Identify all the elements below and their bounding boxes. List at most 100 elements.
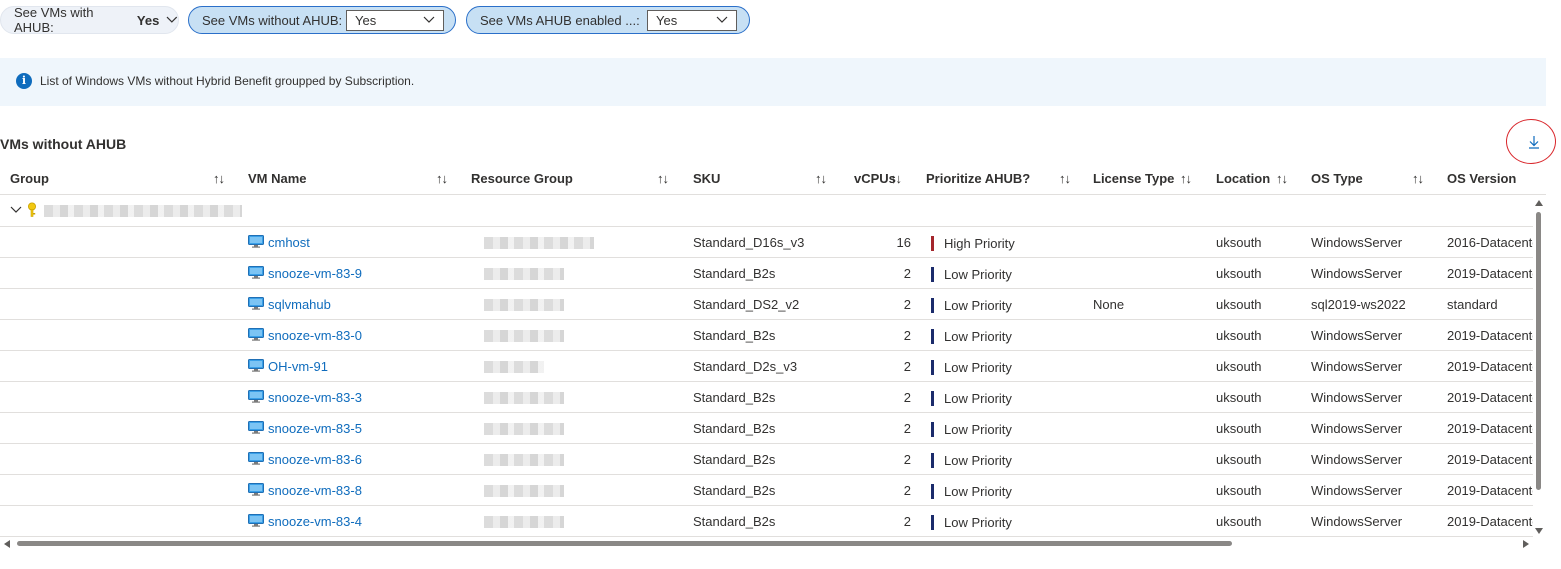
- redacted-resource-group: [484, 330, 564, 342]
- filter-ahub-enabled-select[interactable]: Yes: [647, 10, 737, 31]
- os-version-cell: 2019-Datacenter: [1447, 328, 1533, 343]
- vm-name-link[interactable]: snooze-vm-83-9: [268, 266, 362, 281]
- sort-icon[interactable]: ↑↓: [1180, 164, 1192, 194]
- scroll-down-arrow-icon[interactable]: [1535, 528, 1543, 534]
- os-version-cell: 2019-Datacenter: [1447, 390, 1533, 405]
- chevron-down-icon: [716, 16, 728, 23]
- os-type-cell: WindowsServer: [1311, 359, 1403, 374]
- horizontal-scrollbar[interactable]: [0, 538, 1533, 550]
- table-row[interactable]: snooze-vm-83-5 Standard_B2s 2 Low Priority u…: [0, 413, 1533, 444]
- col-header-os-version[interactable]: OS Version: [1447, 164, 1516, 194]
- location-cell: uksouth: [1216, 359, 1262, 374]
- priority-cell: Low Priority: [944, 360, 1012, 375]
- table-row[interactable]: snooze-vm-83-8 Standard_B2s 2 Low Priority u…: [0, 475, 1533, 506]
- col-header-resource-group[interactable]: Resource Group: [471, 164, 573, 194]
- priority-cell: Low Priority: [944, 484, 1012, 499]
- filter-ahub-label: See VMs with AHUB:: [14, 5, 94, 35]
- table-row[interactable]: OH-vm-91 Standard_D2s_v3 2 Low Priority ukso…: [0, 351, 1533, 382]
- filter-without-ahub-value: Yes: [355, 13, 377, 28]
- virtual-machine-icon: [248, 266, 264, 279]
- sku-cell: Standard_D16s_v3: [693, 235, 805, 250]
- vertical-scroll-thumb[interactable]: [1536, 212, 1541, 490]
- table-row[interactable]: cmhost Standard_D16s_v3 16 High Priority uks…: [0, 227, 1533, 258]
- table-row[interactable]: snooze-vm-83-4 Standard_B2s 2 Low Priority u…: [0, 506, 1533, 537]
- sort-icon[interactable]: ↑↓: [213, 164, 225, 194]
- vm-name-link[interactable]: OH-vm-91: [268, 359, 328, 374]
- chevron-down-icon: [166, 16, 178, 23]
- os-type-cell: WindowsServer: [1311, 235, 1403, 250]
- location-cell: uksouth: [1216, 297, 1262, 312]
- os-version-cell: 2019-Datacenter: [1447, 359, 1533, 374]
- col-header-vm-name[interactable]: VM Name: [248, 164, 307, 194]
- col-header-group[interactable]: Group: [10, 164, 49, 194]
- virtual-machine-icon: [248, 421, 264, 434]
- download-icon[interactable]: [1526, 134, 1542, 150]
- priority-cell: Low Priority: [944, 391, 1012, 406]
- vcpus-cell: 2: [903, 483, 911, 498]
- priority-indicator: [931, 267, 934, 282]
- redacted-resource-group: [484, 485, 564, 497]
- col-header-location[interactable]: Location: [1216, 164, 1270, 194]
- sku-cell: Standard_B2s: [693, 514, 776, 529]
- table-row[interactable]: sqlvmahub Standard_DS2_v2 2 Low Priority Non…: [0, 289, 1533, 320]
- vcpus-cell: 2: [903, 452, 911, 467]
- sku-cell: Standard_D2s_v3: [693, 359, 798, 374]
- scroll-up-arrow-icon[interactable]: [1535, 200, 1543, 206]
- os-version-cell: 2019-Datacenter: [1447, 421, 1533, 436]
- location-cell: uksouth: [1216, 235, 1262, 250]
- vertical-scrollbar[interactable]: [1533, 198, 1546, 536]
- virtual-machine-icon: [248, 483, 264, 496]
- priority-cell: Low Priority: [944, 267, 1012, 282]
- filter-ahub-pill[interactable]: See VMs with AHUB: Yes: [0, 5, 179, 35]
- vm-name-link[interactable]: snooze-vm-83-5: [268, 421, 362, 436]
- sku-cell: Standard_B2s: [693, 328, 776, 343]
- filter-without-ahub-label: See VMs without AHUB:: [202, 12, 343, 28]
- chevron-down-icon[interactable]: [10, 205, 22, 215]
- virtual-machine-icon: [248, 297, 264, 310]
- col-header-sku[interactable]: SKU: [693, 164, 720, 194]
- sort-icon[interactable]: ↑↓: [1412, 164, 1424, 194]
- os-version-cell: 2019-Datacenter: [1447, 483, 1533, 498]
- sort-icon[interactable]: ↑↓: [890, 164, 902, 194]
- sku-cell: Standard_B2s: [693, 452, 776, 467]
- table-row[interactable]: snooze-vm-83-3 Standard_B2s 2 Low Priority u…: [0, 382, 1533, 413]
- sort-icon[interactable]: ↑↓: [815, 164, 827, 194]
- table-row[interactable]: snooze-vm-83-9 Standard_B2s 2 Low Priority u…: [0, 258, 1533, 289]
- info-banner: i List of Windows VMs without Hybrid Ben…: [0, 58, 1546, 106]
- scroll-left-arrow-icon[interactable]: [4, 540, 10, 548]
- priority-cell: Low Priority: [944, 329, 1012, 344]
- priority-indicator: [931, 515, 934, 530]
- sort-icon[interactable]: ↑↓: [657, 164, 669, 194]
- sku-cell: Standard_B2s: [693, 266, 776, 281]
- col-header-prioritize-ahub[interactable]: Prioritize AHUB?: [926, 164, 1030, 194]
- license-type-cell: None: [1093, 297, 1125, 312]
- col-header-license-type[interactable]: License Type: [1093, 164, 1174, 194]
- virtual-machine-icon: [248, 328, 264, 341]
- vm-name-link[interactable]: cmhost: [268, 235, 310, 250]
- vm-name-link[interactable]: sqlvmahub: [268, 297, 331, 312]
- sort-icon[interactable]: ↑↓: [1276, 164, 1288, 194]
- vm-name-link[interactable]: snooze-vm-83-4: [268, 514, 362, 529]
- sort-icon[interactable]: ↑↓: [436, 164, 448, 194]
- vcpus-cell: 2: [903, 514, 911, 529]
- table-row[interactable]: snooze-vm-83-6 Standard_B2s 2 Low Priority u…: [0, 444, 1533, 475]
- vm-name-link[interactable]: snooze-vm-83-6: [268, 452, 362, 467]
- os-type-cell: WindowsServer: [1311, 328, 1403, 343]
- vm-name-link[interactable]: snooze-vm-83-3: [268, 390, 362, 405]
- vm-name-link[interactable]: snooze-vm-83-0: [268, 328, 362, 343]
- header-divider: [0, 194, 1546, 195]
- vm-name-link[interactable]: snooze-vm-83-8: [268, 483, 362, 498]
- sort-icon[interactable]: ↑↓: [1059, 164, 1071, 194]
- scroll-right-arrow-icon[interactable]: [1523, 540, 1529, 548]
- group-row[interactable]: [0, 196, 1533, 227]
- filter-without-ahub-pill[interactable]: See VMs without AHUB: Yes: [188, 6, 456, 34]
- col-header-os-type[interactable]: OS Type: [1311, 164, 1363, 194]
- table-body: cmhost Standard_D16s_v3 16 High Priority uks…: [0, 227, 1533, 537]
- horizontal-scroll-thumb[interactable]: [17, 541, 1232, 546]
- redacted-subscription: [44, 205, 242, 217]
- redacted-resource-group: [484, 237, 594, 249]
- table-row[interactable]: snooze-vm-83-0 Standard_B2s 2 Low Priority u…: [0, 320, 1533, 351]
- redacted-resource-group: [484, 392, 564, 404]
- filter-ahub-enabled-pill[interactable]: See VMs AHUB enabled ...: Yes: [466, 6, 750, 34]
- filter-without-ahub-select[interactable]: Yes: [346, 10, 444, 31]
